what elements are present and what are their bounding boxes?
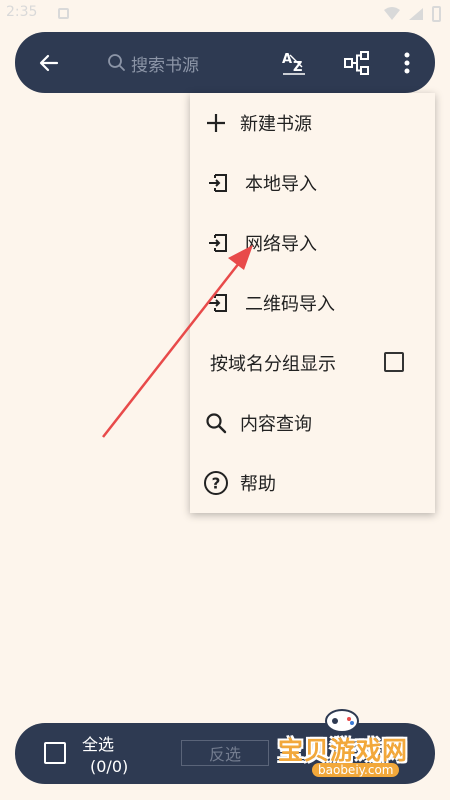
watermark-title: 宝贝游戏网 <box>278 736 409 765</box>
menu-item-content-query[interactable]: 内容查询 <box>190 393 435 453</box>
more-vert-icon <box>404 52 410 74</box>
svg-text:A: A <box>282 52 292 67</box>
import-icon <box>205 170 231 196</box>
watermark-domain: baobeiy.com <box>312 763 400 777</box>
group-by-domain-checkbox[interactable] <box>384 352 404 372</box>
menu-item-network-import[interactable]: 网络导入 <box>190 213 435 273</box>
help-icon: ? <box>203 470 229 496</box>
status-bar: 2:35 <box>0 0 450 28</box>
overflow-menu: 新建书源 本地导入 网络导入 二维码导入 按域名分组显示 内容查询 ? 帮助 <box>190 93 435 513</box>
more-options-button[interactable] <box>395 46 419 80</box>
wifi-icon <box>384 7 400 20</box>
search-placeholder: 搜索书源 <box>131 55 199 76</box>
import-icon <box>205 290 231 316</box>
menu-item-label: 帮助 <box>240 474 276 495</box>
signal-icon <box>409 8 423 20</box>
menu-item-label: 二维码导入 <box>245 294 335 315</box>
watermark-logo: 宝贝游戏网 baobeiy.com <box>270 705 445 790</box>
status-time: 2:35 <box>6 4 38 20</box>
sort-az-icon: A Z <box>282 52 305 75</box>
menu-item-new-source[interactable]: 新建书源 <box>190 93 435 153</box>
back-arrow-icon <box>39 54 59 72</box>
menu-item-group-by-domain[interactable]: 按域名分组显示 <box>190 333 435 393</box>
group-tree-icon <box>344 51 369 75</box>
search-input[interactable]: 搜索书源 <box>107 48 277 78</box>
menu-item-label: 新建书源 <box>240 114 312 135</box>
selection-count: (0/0) <box>90 757 129 776</box>
select-all-label[interactable]: 全选 <box>82 731 114 755</box>
menu-item-label: 内容查询 <box>240 414 312 435</box>
back-button[interactable] <box>33 47 65 79</box>
menu-item-local-import[interactable]: 本地导入 <box>190 153 435 213</box>
menu-item-label: 本地导入 <box>245 174 317 195</box>
menu-item-label: 按域名分组显示 <box>210 354 336 375</box>
search-icon <box>203 410 229 436</box>
select-all-checkbox[interactable] <box>44 742 66 764</box>
plus-icon <box>203 110 229 136</box>
notification-icon <box>58 8 69 19</box>
menu-item-qrcode-import[interactable]: 二维码导入 <box>190 273 435 333</box>
sort-button[interactable]: A Z <box>277 46 311 80</box>
import-icon <box>205 230 231 256</box>
search-icon <box>108 54 125 71</box>
svg-text:?: ? <box>212 475 221 493</box>
top-toolbar: 搜索书源 A Z <box>15 32 435 93</box>
menu-item-help[interactable]: ? 帮助 <box>190 453 435 513</box>
invert-selection-button[interactable]: 反选 <box>181 740 269 766</box>
menu-item-label: 网络导入 <box>245 234 317 255</box>
group-button[interactable] <box>339 46 375 80</box>
battery-icon <box>432 6 441 22</box>
